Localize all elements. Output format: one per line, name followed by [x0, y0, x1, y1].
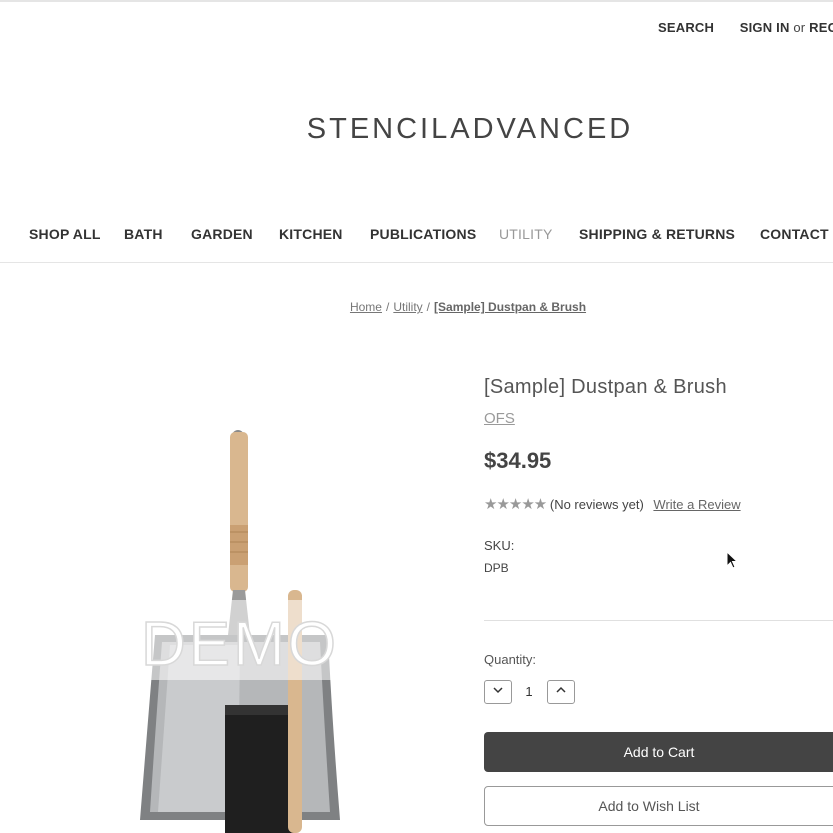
handle-grip — [230, 525, 248, 565]
dustpan-handle — [230, 432, 248, 592]
or-text: or — [793, 20, 806, 35]
breadcrumb-home[interactable]: Home — [350, 300, 382, 314]
utility-nav: SEARCH SIGN IN or REGIS — [658, 20, 833, 35]
mouse-cursor-icon — [726, 551, 739, 569]
nav-item-bath[interactable]: BATH — [124, 226, 163, 242]
nav-item-garden[interactable]: GARDEN — [191, 226, 253, 242]
quantity-increase-button[interactable] — [547, 680, 575, 704]
star-rating-icon: ★★★★★ — [484, 496, 547, 513]
breadcrumb-separator: / — [385, 300, 390, 314]
chevron-up-icon — [556, 686, 566, 693]
nav-item-shipping-returns[interactable]: SHIPPING & RETURNS — [579, 226, 735, 242]
demo-watermark: DEMO — [141, 610, 339, 679]
brush-bristles — [225, 705, 295, 833]
product-brand[interactable]: OFS — [484, 410, 515, 427]
breadcrumb: Home / Utility / [Sample] Dustpan & Brush — [0, 300, 833, 314]
chevron-down-icon — [493, 687, 503, 694]
quantity-label: Quantity: — [484, 652, 537, 667]
quantity-input[interactable]: 1 — [522, 684, 536, 699]
breadcrumb-current[interactable]: [Sample] Dustpan & Brush — [434, 300, 586, 314]
nav-divider — [0, 262, 833, 263]
register-link[interactable]: REGIS — [809, 20, 833, 35]
nav-item-kitchen[interactable]: KITCHEN — [279, 226, 343, 242]
nav-item-contact[interactable]: CONTACT U — [760, 226, 833, 242]
sign-in-link[interactable]: SIGN IN — [740, 20, 790, 35]
add-to-cart-button[interactable]: Add to Cart — [484, 732, 833, 772]
sku-label: SKU: — [484, 538, 515, 553]
breadcrumb-separator: / — [426, 300, 431, 314]
nav-item-publications[interactable]: PUBLICATIONS — [370, 226, 476, 242]
breadcrumb-utility[interactable]: Utility — [393, 300, 422, 314]
store-logo[interactable]: STENCILADVANCED — [0, 113, 833, 146]
reviews-count: (No reviews yet) — [549, 497, 644, 512]
quantity-decrease-button[interactable] — [484, 680, 512, 704]
product-image[interactable]: DEMO — [100, 420, 380, 833]
product-title: [Sample] Dustpan & Brush — [484, 376, 727, 398]
nav-item-shop-all[interactable]: SHOP ALL — [29, 226, 101, 242]
search-link[interactable]: SEARCH — [658, 20, 714, 35]
sku-value: DPB — [484, 561, 509, 575]
product-price: $34.95 — [484, 448, 552, 473]
nav-item-utility[interactable]: UTILITY — [499, 226, 553, 242]
product-rating: ★★★★★ (No reviews yet) Write a Review — [484, 495, 741, 513]
details-divider — [484, 620, 833, 621]
add-to-wishlist-button[interactable]: Add to Wish List — [484, 786, 833, 826]
top-border — [0, 0, 833, 2]
write-review-link[interactable]: Write a Review — [653, 497, 740, 512]
